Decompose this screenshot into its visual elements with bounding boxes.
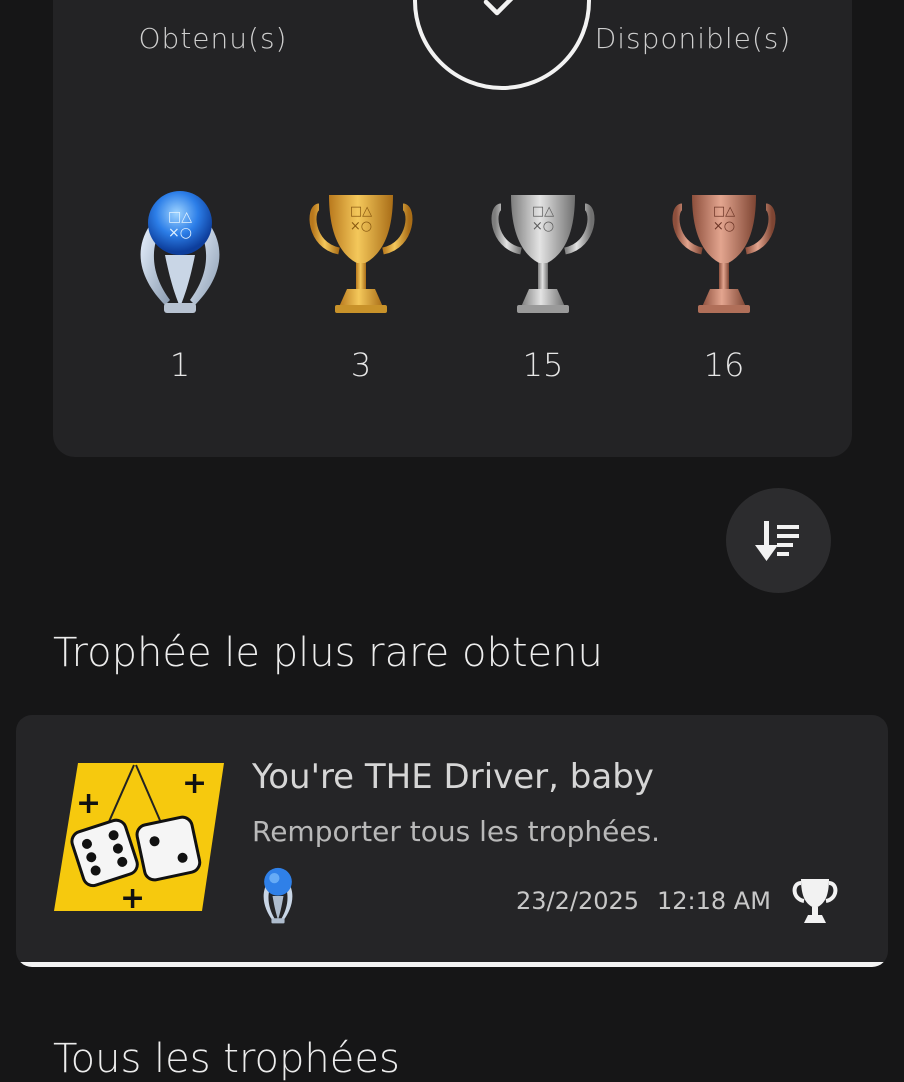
gold-trophy-icon: □△ ×○: [301, 185, 421, 320]
svg-text:×○: ×○: [532, 219, 554, 234]
check-icon: [483, 0, 514, 16]
sort-button[interactable]: [726, 488, 831, 593]
earned-date: 23/2/2025: [516, 887, 640, 915]
svg-text:×○: ×○: [713, 219, 735, 234]
completion-ring: [413, 0, 591, 90]
bronze-count: 16: [703, 346, 745, 384]
trophy-name: You're THE Driver, baby: [252, 757, 654, 797]
svg-text:+: +: [76, 786, 101, 821]
svg-text:□△: □△: [168, 209, 192, 225]
available-label: Disponible(s): [594, 22, 792, 55]
earned-label: Obtenu(s): [138, 22, 288, 55]
gold-count: 3: [350, 346, 372, 384]
svg-text:□△: □△: [713, 204, 735, 219]
silver-count: 15: [522, 346, 564, 384]
platinum-trophy-icon: [256, 865, 300, 931]
bronze-trophy-icon: □△ ×○: [664, 185, 784, 320]
rarest-trophy-heading: Trophée le plus rare obtenu: [53, 630, 603, 676]
trophy-art-image: + + +: [54, 763, 226, 917]
svg-text:×○: ×○: [350, 219, 372, 234]
rarest-trophy-card[interactable]: + + + You're THE Driver, baby Remporter …: [16, 715, 888, 967]
card-underline: [16, 962, 888, 967]
all-trophies-heading: Tous les trophées: [53, 1036, 400, 1082]
svg-text:+: +: [120, 881, 145, 913]
trophy-summary-card: 35 Obtenu(s) 35 Disponible(s): [53, 0, 852, 457]
trophy-earned-icon: [790, 875, 840, 931]
sort-descending-icon: [754, 520, 799, 561]
platinum-count: 1: [169, 346, 191, 384]
trophy-description: Remporter tous les trophées.: [252, 815, 661, 848]
platinum-trophy-icon: □△ ×○: [120, 185, 240, 320]
svg-text:□△: □△: [532, 204, 554, 219]
svg-text:□△: □△: [350, 204, 372, 219]
svg-text:+: +: [182, 766, 207, 801]
silver-trophy-icon: □△ ×○: [483, 185, 603, 320]
earned-time: 12:18 AM: [657, 887, 771, 915]
svg-text:×○: ×○: [168, 225, 192, 241]
